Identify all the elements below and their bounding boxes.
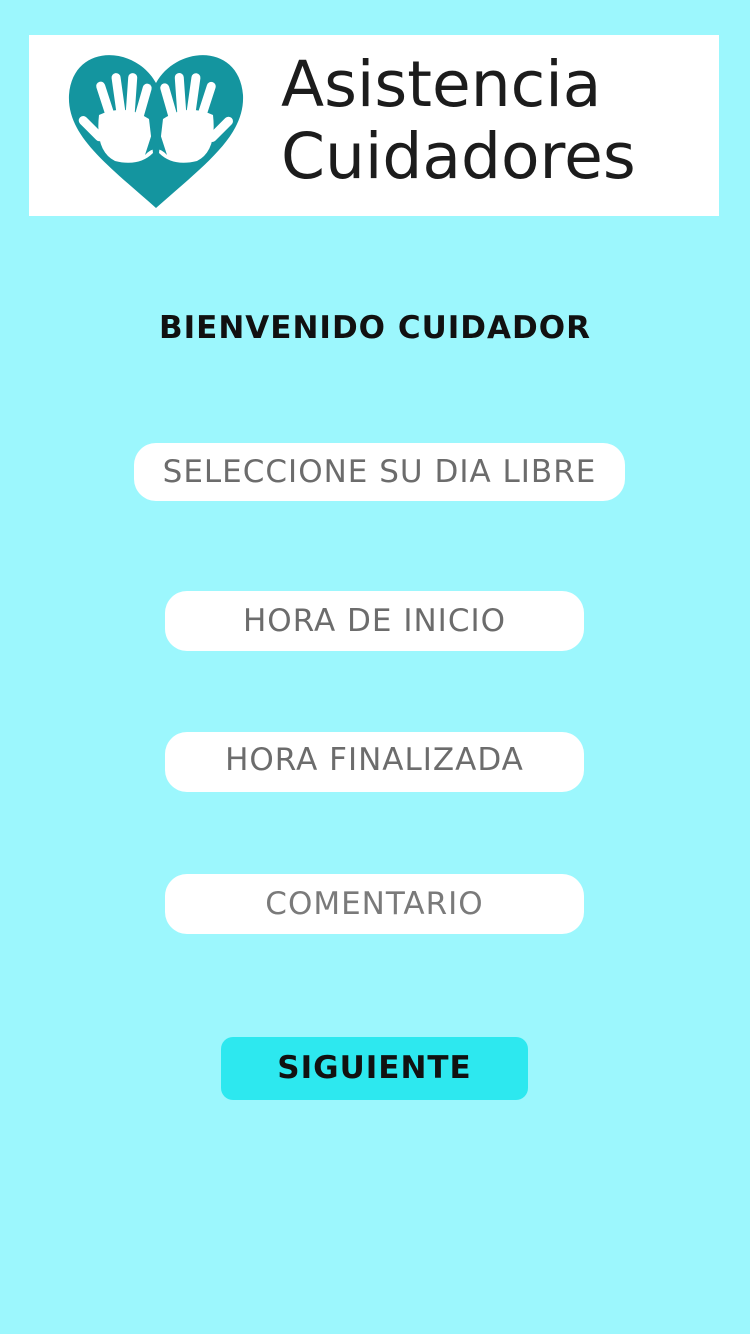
logo-line-1: Asistencia (281, 48, 602, 121)
logo-line-2: Cuidadores (281, 120, 636, 193)
start-time-field[interactable]: HORA DE INICIO (165, 591, 584, 651)
comment-field[interactable]: COMENTARIO (165, 874, 584, 934)
welcome-heading: BIENVENIDO CUIDADOR (159, 310, 591, 346)
logo-wordmark: Asistencia Cuidadores (281, 49, 636, 193)
app-logo-banner: Asistencia Cuidadores (29, 35, 719, 216)
day-off-selector[interactable]: SELECCIONE SU DIA LIBRE (134, 443, 625, 501)
next-button[interactable]: SIGUIENTE (221, 1037, 528, 1100)
heart-hands-icon (68, 55, 244, 208)
end-time-field[interactable]: HORA FINALIZADA (165, 732, 584, 792)
